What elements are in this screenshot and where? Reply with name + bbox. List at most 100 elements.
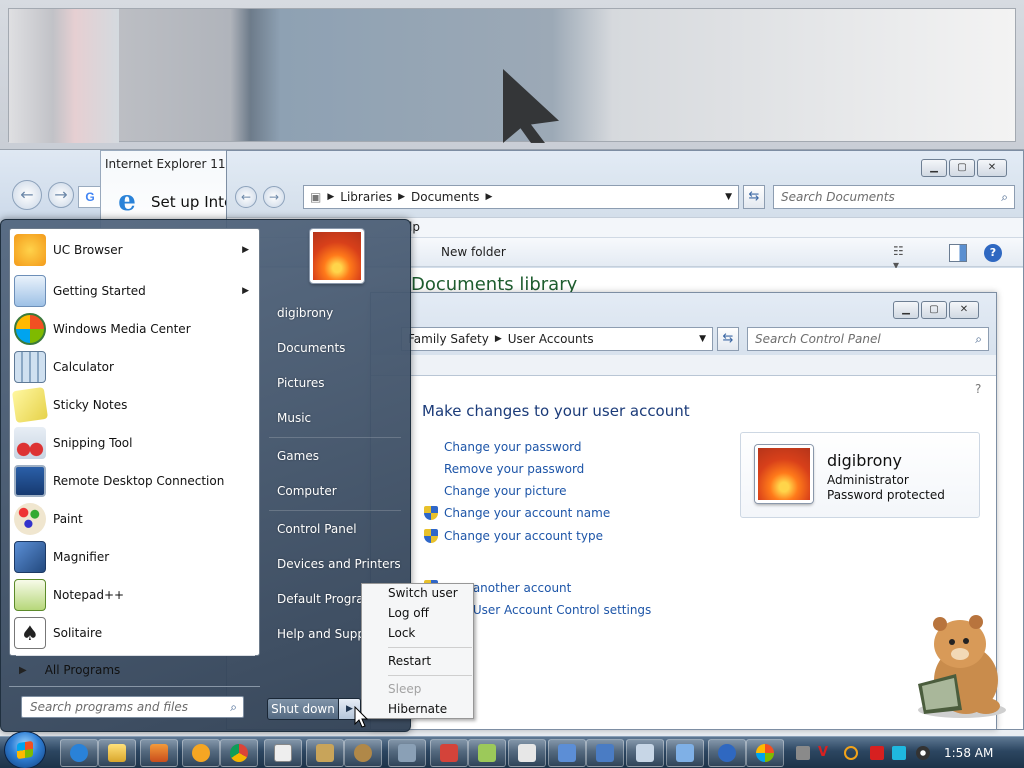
chevron-down-icon[interactable]: ▼ — [699, 334, 706, 344]
minimize-button[interactable]: ▁ — [893, 301, 919, 319]
start-button[interactable] — [4, 731, 46, 768]
shutdown-button[interactable]: Shut down — [267, 698, 339, 720]
breadcrumb-documents[interactable]: Documents — [405, 190, 485, 204]
background-window[interactable] — [0, 0, 1024, 150]
uac-shield-icon — [424, 529, 438, 543]
search-icon[interactable]: ⌕ — [230, 697, 237, 717]
all-programs-button[interactable]: ▶ All Programs — [9, 656, 260, 684]
start-link-user[interactable]: digibrony — [277, 306, 333, 320]
minimize-button[interactable]: ▁ — [921, 159, 947, 177]
start-search-input[interactable]: Search programs and files ⌕ — [21, 696, 244, 718]
menu-item-log-off[interactable]: Log off — [388, 606, 429, 620]
program-uc-browser[interactable]: UC Browser ▶ — [10, 231, 259, 269]
menu-item-switch-user[interactable]: Switch user — [388, 586, 458, 600]
start-link-help-support[interactable]: Help and Suppo — [277, 627, 372, 641]
back-icon[interactable]: ← — [235, 186, 257, 208]
search-icon[interactable]: ⌕ — [1001, 186, 1008, 208]
start-link-music[interactable]: Music — [277, 411, 311, 425]
help-icon[interactable]: ? — [975, 382, 981, 396]
program-label: UC Browser — [53, 243, 123, 257]
taskbar-app[interactable] — [388, 739, 426, 767]
start-link-pictures[interactable]: Pictures — [277, 376, 325, 390]
start-link-documents[interactable]: Documents — [277, 341, 345, 355]
remote-desktop-icon — [14, 465, 46, 497]
maximize-button[interactable]: ▢ — [921, 301, 947, 319]
menu-item-lock[interactable]: Lock — [388, 626, 415, 640]
address-bar[interactable]: Family Safety ▶ User Accounts ▼ — [401, 327, 713, 351]
taskbar-internet-explorer[interactable] — [60, 739, 98, 767]
chevron-down-icon[interactable]: ▼ — [725, 192, 732, 202]
program-calculator[interactable]: Calculator — [10, 348, 259, 386]
program-media-center[interactable]: Windows Media Center — [10, 310, 259, 348]
program-label: Paint — [53, 512, 83, 526]
taskbar-calculator[interactable] — [626, 739, 664, 767]
taskbar-explorer[interactable] — [98, 739, 136, 767]
change-account-name-link[interactable]: Change your account name — [444, 506, 610, 520]
search-icon[interactable]: ⌕ — [975, 328, 982, 350]
taskbar-uc-browser[interactable] — [182, 739, 220, 767]
program-notepad-plus[interactable]: Notepad++ — [10, 576, 259, 614]
taskbar-notepad[interactable] — [468, 739, 506, 767]
search-placeholder: Search Documents — [781, 190, 895, 204]
tray-flag-icon[interactable] — [870, 746, 884, 760]
help-icon[interactable]: ? — [984, 244, 1002, 262]
menu-item-hibernate[interactable]: Hibernate — [388, 702, 447, 716]
program-paint[interactable]: Paint — [10, 500, 259, 538]
taskbar-media-player[interactable] — [140, 739, 178, 767]
taskbar-app[interactable] — [344, 739, 382, 767]
tray-v-icon[interactable]: V — [818, 746, 832, 760]
refresh-icon[interactable]: ⇆ — [743, 185, 765, 209]
clock[interactable]: 1:58 AM — [944, 746, 993, 760]
search-documents-input[interactable]: Search Documents ⌕ — [773, 185, 1015, 209]
uac-settings-link[interactable]: ge User Account Control settings — [454, 603, 651, 617]
search-control-panel-input[interactable]: Search Control Panel ⌕ — [747, 327, 989, 351]
remove-password-link[interactable]: Remove your password — [444, 462, 584, 476]
taskbar-app[interactable] — [508, 739, 546, 767]
close-button[interactable]: ✕ — [977, 159, 1007, 177]
taskbar-chrome[interactable] — [220, 739, 258, 767]
program-sticky-notes[interactable]: Sticky Notes — [10, 386, 259, 424]
program-magnifier[interactable]: Magnifier — [10, 538, 259, 576]
change-password-link[interactable]: Change your password — [444, 440, 582, 454]
program-snipping-tool[interactable]: Snipping Tool — [10, 424, 259, 462]
taskbar-help[interactable] — [708, 739, 746, 767]
new-folder-button[interactable]: New folder — [441, 245, 506, 259]
menu-item-restart[interactable]: Restart — [388, 654, 431, 668]
tray-monitor-icon[interactable] — [892, 746, 906, 760]
taskbar-folder[interactable] — [306, 739, 344, 767]
taskbar-window[interactable] — [264, 739, 302, 767]
breadcrumb-family-safety[interactable]: Family Safety — [402, 332, 495, 346]
breadcrumb-user-accounts[interactable]: User Accounts — [502, 332, 600, 346]
user-picture[interactable] — [310, 229, 364, 283]
tray-app-icon[interactable] — [796, 746, 810, 760]
back-icon[interactable]: ← — [12, 180, 42, 210]
change-account-type-link[interactable]: Change your account type — [444, 529, 603, 543]
program-remote-desktop[interactable]: Remote Desktop Connection — [10, 462, 259, 500]
change-picture-link[interactable]: Change your picture — [444, 484, 566, 498]
page-title: Make changes to your user account — [422, 402, 690, 420]
taskbar-media-center[interactable] — [746, 739, 784, 767]
forward-icon[interactable]: → — [263, 186, 285, 208]
program-getting-started[interactable]: Getting Started ▶ — [10, 272, 259, 310]
view-options-icon[interactable]: ☷ ▾ — [893, 244, 911, 272]
refresh-icon[interactable]: ⇆ — [717, 327, 739, 351]
breadcrumb-libraries[interactable]: Libraries — [334, 190, 398, 204]
start-link-games[interactable]: Games — [277, 449, 319, 463]
google-icon[interactable]: G — [78, 186, 102, 208]
hamster-gadget-icon[interactable] — [904, 614, 1008, 720]
forward-icon[interactable]: → — [48, 182, 74, 208]
taskbar-network[interactable] — [548, 739, 586, 767]
taskbar-app[interactable] — [666, 739, 704, 767]
taskbar-paint[interactable] — [430, 739, 468, 767]
start-link-control-panel[interactable]: Control Panel — [277, 522, 357, 536]
tray-search-icon[interactable] — [844, 746, 858, 760]
taskbar-control-panel[interactable] — [586, 739, 624, 767]
preview-pane-icon[interactable] — [949, 244, 967, 262]
address-bar[interactable]: ▣ ▶ Libraries ▶ Documents ▶ ▼ — [303, 185, 739, 209]
close-button[interactable]: ✕ — [949, 301, 979, 319]
start-link-computer[interactable]: Computer — [277, 484, 337, 498]
maximize-button[interactable]: ▢ — [949, 159, 975, 177]
start-link-devices-printers[interactable]: Devices and Printers — [277, 557, 401, 571]
program-solitaire[interactable]: ♠ Solitaire — [10, 614, 259, 652]
tray-volume-icon[interactable] — [916, 746, 930, 760]
